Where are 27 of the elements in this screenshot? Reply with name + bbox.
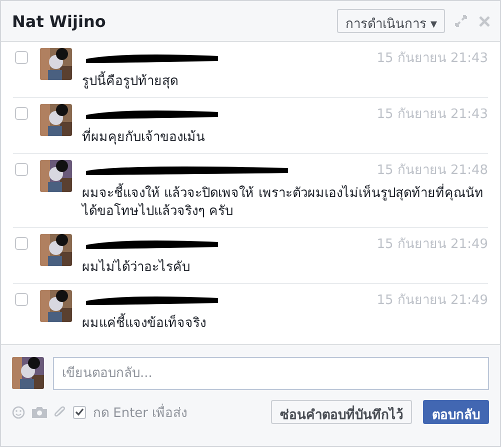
camera-icon[interactable] <box>32 406 47 418</box>
select-checkbox[interactable] <box>15 107 28 120</box>
message-time: 15 กันยายน 21:43 <box>376 50 488 68</box>
reply-field[interactable]: เขียนตอบกลับ... <box>53 357 489 390</box>
message-time: 15 กันยายน 21:49 <box>376 292 488 310</box>
message-text: รูปนี้คือรูปท้ายสุด <box>82 73 488 91</box>
message-time: 15 กันยายน 21:49 <box>376 236 488 254</box>
window-title: Nat Wijino <box>12 12 107 30</box>
select-checkbox[interactable] <box>15 163 28 176</box>
select-checkbox[interactable] <box>15 51 28 64</box>
close-icon[interactable] <box>479 16 490 26</box>
select-checkbox[interactable] <box>15 293 28 306</box>
emoji-icon[interactable] <box>12 406 25 418</box>
message-text: ที่ผมคุยกับเจ้าของเม้น <box>82 129 488 147</box>
enter-checkbox[interactable] <box>73 406 86 418</box>
message-text: ผมจะชี้แจงให้ แล้วจะปิดเพจให้ เพราะตัวผมเองไม่เห็นรูปสุดท้ายที่คุณนัทได้ขอโทษไปแล้วจริงๆ ครับ <box>82 185 488 221</box>
paperclip-icon[interactable] <box>54 406 66 418</box>
expand-icon[interactable] <box>455 15 467 27</box>
actions-button[interactable]: การดำเนินการ ▾ <box>337 9 445 33</box>
select-checkbox[interactable] <box>15 237 28 250</box>
message-time: 15 กันยายน 21:48 <box>376 162 488 180</box>
reply-button[interactable]: ตอบกลับ <box>423 400 489 424</box>
enter-to-send-label: กด Enter เพื่อส่ง <box>93 402 188 422</box>
hide-saved-replies-button[interactable]: ซ่อนคำตอบที่บันทึกไว้ <box>271 400 412 424</box>
message-text: ผมแค่ชี้แจงข้อเท็จจริง <box>82 315 488 333</box>
message-text: ผมไม่ได้ว่าอะไรคับ <box>82 259 191 277</box>
message-time: 15 กันยายน 21:43 <box>376 106 488 124</box>
